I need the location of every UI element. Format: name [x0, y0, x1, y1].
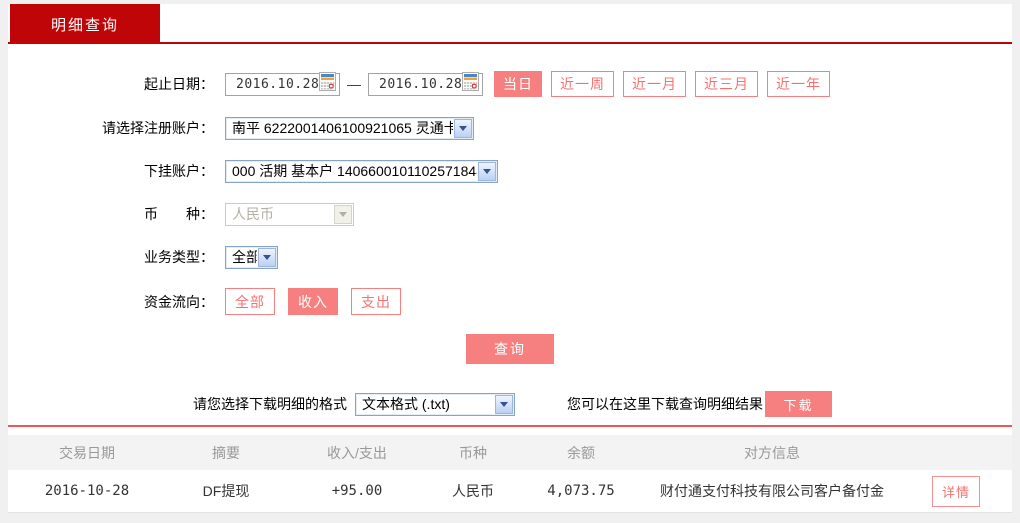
range-year-button[interactable]: 近一年	[767, 71, 830, 97]
query-button[interactable]: 查询	[466, 334, 554, 364]
currency-label: 币 种：	[8, 204, 214, 224]
business-type-label: 业务类型：	[8, 247, 214, 267]
header-date: 交易日期	[8, 443, 166, 463]
range-quarter-button[interactable]: 近三月	[695, 71, 758, 97]
header-counterparty: 对方信息	[644, 443, 900, 463]
business-type-row: 业务类型： 全部	[8, 245, 1012, 269]
query-form: 起止日期： 2016.10.28	[8, 44, 1012, 364]
cell-counterparty: 财付通支付科技有限公司客户备付金	[644, 481, 900, 501]
header-summary: 摘要	[166, 443, 286, 463]
end-date-input[interactable]: 2016.10.28	[368, 73, 483, 96]
chevron-down-icon	[258, 248, 276, 267]
registered-account-label: 请选择注册账户：	[8, 118, 214, 138]
flow-all-button[interactable]: 全部	[225, 288, 275, 315]
sub-account-label: 下挂账户：	[8, 161, 214, 181]
download-button[interactable]: 下载	[765, 391, 832, 417]
date-range-label: 起止日期：	[8, 74, 214, 94]
calendar-icon[interactable]	[319, 72, 336, 96]
fund-flow-row: 资金流向： 全部 收入 支出	[8, 288, 1012, 315]
detail-button[interactable]: 详情	[932, 476, 980, 507]
date-separator: —	[347, 76, 361, 92]
registered-account-value: 南平 6222001406100921065 灵通卡	[226, 118, 453, 138]
chevron-down-icon	[334, 205, 352, 224]
download-format-select[interactable]: 文本格式 (.txt)	[355, 393, 515, 416]
sub-account-select[interactable]: 000 活期 基本户 1406600101102571848	[225, 160, 498, 183]
cell-amount: +95.00	[286, 483, 428, 499]
fund-flow-label: 资金流向：	[8, 292, 214, 312]
sub-account-row: 下挂账户： 000 活期 基本户 1406600101102571848	[8, 159, 1012, 183]
download-hint: 您可以在这里下载查询明细结果	[567, 394, 763, 414]
currency-select: 人民币	[225, 203, 354, 226]
chevron-down-icon	[454, 119, 472, 138]
tab-detail-query[interactable]: 明细查询	[10, 4, 160, 44]
download-format-label: 请您选择下载明细的格式	[193, 394, 347, 414]
sub-account-value: 000 活期 基本户 1406600101102571848	[226, 161, 477, 181]
cell-balance: 4,073.75	[518, 483, 644, 499]
header-amount: 收入/支出	[286, 443, 428, 463]
currency-value: 人民币	[226, 204, 333, 224]
detail-query-panel: 明细查询 起止日期： 2016.10.28	[8, 4, 1012, 513]
table-divider	[8, 425, 1012, 427]
download-row: 请您选择下载明细的格式 文本格式 (.txt) 您可以在这里下载查询明细结果 下…	[8, 391, 1012, 417]
table-row: 2016-10-28 DF提现 +95.00 人民币 4,073.75 财付通支…	[8, 470, 1012, 513]
range-month-button[interactable]: 近一月	[623, 71, 686, 97]
query-button-row: 查询	[8, 334, 1012, 364]
header-currency: 币种	[428, 443, 518, 463]
registered-account-row: 请选择注册账户： 南平 6222001406100921065 灵通卡	[8, 116, 1012, 140]
cell-currency: 人民币	[428, 481, 518, 501]
chevron-down-icon	[478, 162, 496, 181]
registered-account-select[interactable]: 南平 6222001406100921065 灵通卡	[225, 117, 474, 140]
table-header: 交易日期 摘要 收入/支出 币种 余额 对方信息	[8, 435, 1012, 470]
end-date-value: 2016.10.28	[379, 77, 462, 92]
cell-summary: DF提现	[166, 481, 286, 501]
chevron-down-icon	[495, 395, 513, 414]
range-today-button[interactable]: 当日	[494, 71, 542, 97]
business-type-select[interactable]: 全部	[225, 246, 278, 269]
date-range-row: 起止日期： 2016.10.28	[8, 71, 1012, 97]
flow-income-button[interactable]: 收入	[288, 288, 338, 315]
calendar-icon[interactable]	[462, 72, 479, 96]
currency-row: 币 种： 人民币	[8, 202, 1012, 226]
range-week-button[interactable]: 近一周	[551, 71, 614, 97]
business-type-value: 全部	[226, 247, 257, 267]
cell-date: 2016-10-28	[8, 483, 166, 499]
flow-expense-button[interactable]: 支出	[351, 288, 401, 315]
tab-bar: 明细查询	[8, 4, 1012, 44]
download-format-value: 文本格式 (.txt)	[356, 394, 494, 414]
start-date-value: 2016.10.28	[236, 77, 319, 92]
start-date-input[interactable]: 2016.10.28	[225, 73, 340, 96]
header-balance: 余额	[518, 443, 644, 463]
